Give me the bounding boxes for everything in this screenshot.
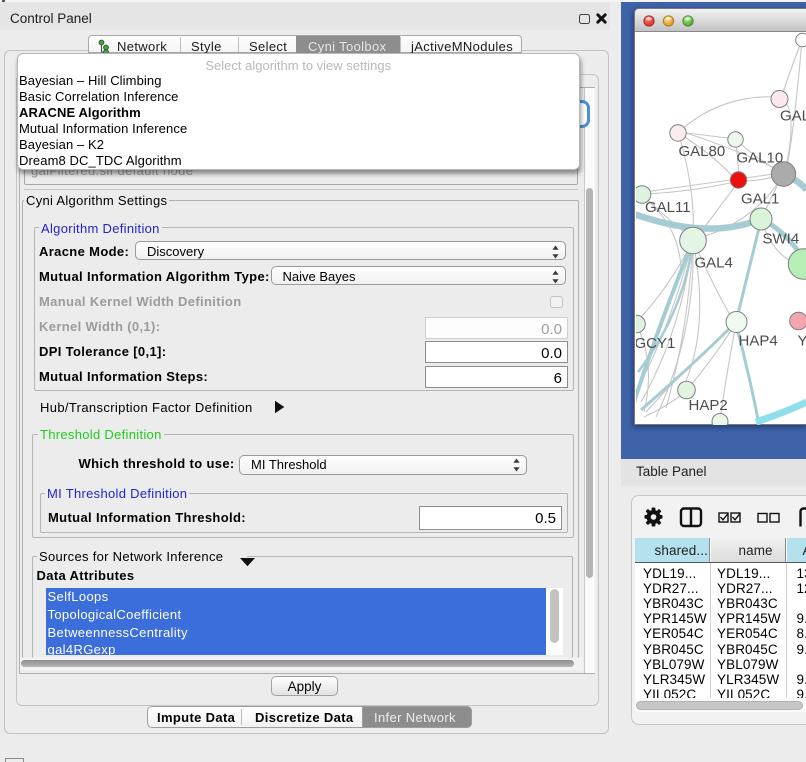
svg-text:GAL7: GAL7 [780,108,806,125]
svg-text:GAL1: GAL1 [741,191,779,208]
svg-text:GAL11: GAL11 [645,199,691,216]
svg-text:GAL10: GAL10 [736,150,783,167]
svg-text:SWI4: SWI4 [762,231,799,248]
svg-text:GAL4: GAL4 [694,255,732,272]
svg-text:HAP2: HAP2 [688,397,727,414]
svg-text:Y: Y [797,333,806,350]
svg-text:GAL80: GAL80 [678,143,725,160]
svg-text:GCY1: GCY1 [636,335,675,352]
svg-text:HAP4: HAP4 [738,333,777,350]
